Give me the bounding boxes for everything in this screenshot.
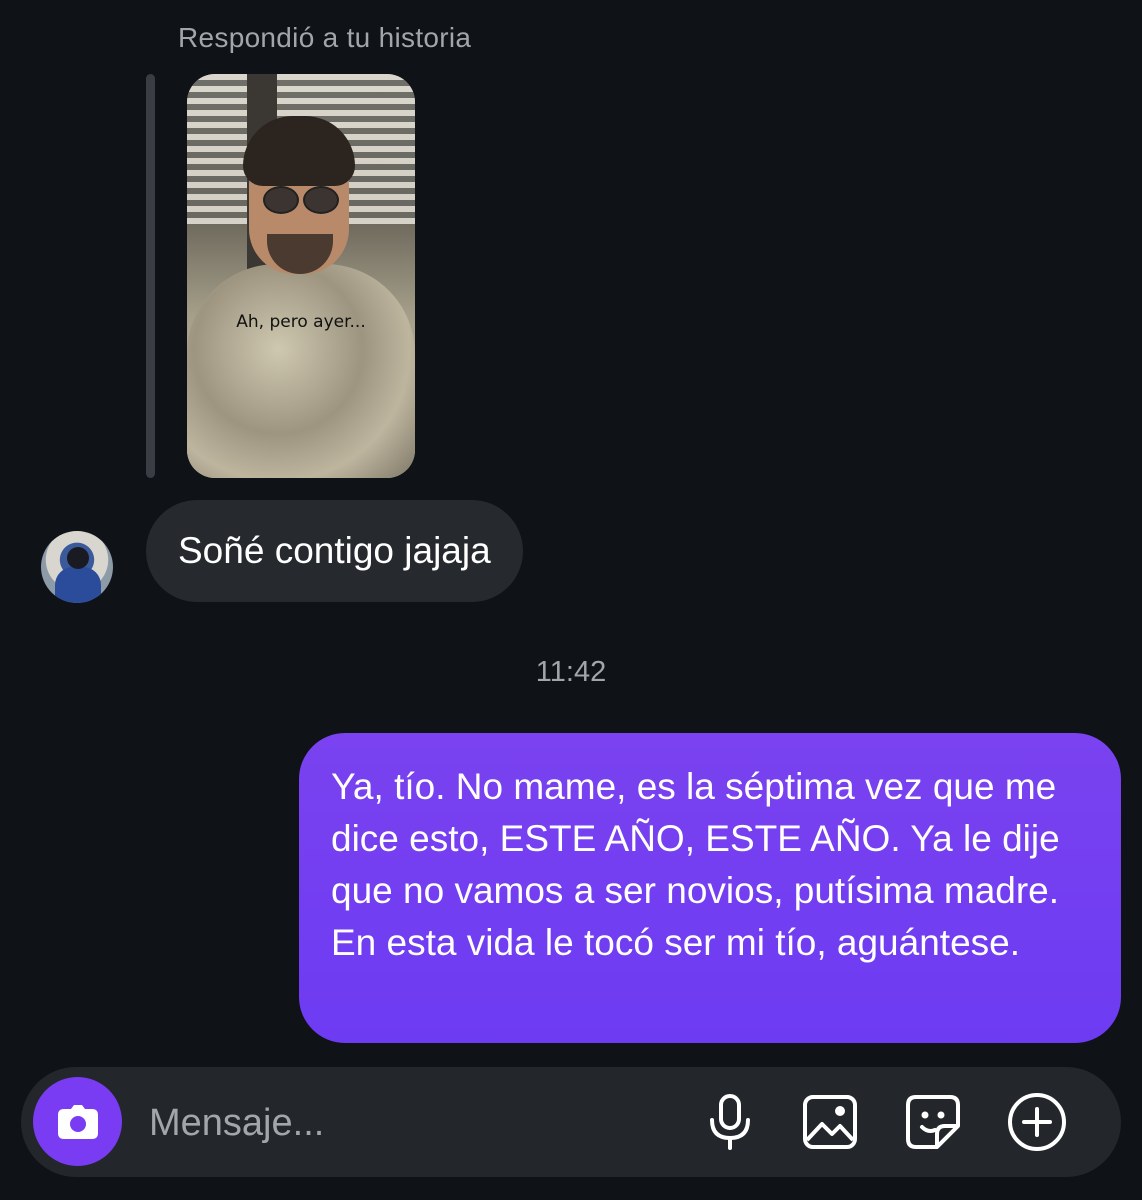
story-thumbnail[interactable]: Ah, pero ayer... <box>187 74 415 478</box>
quote-bar <box>146 74 155 478</box>
message-input[interactable] <box>147 1095 671 1151</box>
sticker-icon <box>906 1095 960 1149</box>
gallery-icon <box>803 1095 857 1149</box>
incoming-message-text: Soñé contigo jajaja <box>178 530 491 571</box>
more-options-button[interactable] <box>1006 1091 1068 1153</box>
message-composer <box>21 1067 1121 1177</box>
sticker-button[interactable] <box>902 1091 964 1153</box>
sender-avatar[interactable] <box>41 531 113 603</box>
message-timestamp: 11:42 <box>535 656 607 688</box>
story-person-shirt <box>187 264 415 478</box>
outgoing-message-bubble[interactable]: Ya, tío. No mame, es la séptima vez que … <box>299 733 1121 1043</box>
plus-icon <box>1008 1093 1066 1151</box>
camera-icon <box>57 1104 98 1139</box>
microphone-icon <box>710 1094 750 1150</box>
story-reply-label: Respondió a tu historia <box>178 22 472 53</box>
story-person-sunglasses <box>263 186 339 214</box>
camera-button[interactable] <box>33 1077 122 1166</box>
incoming-message-bubble[interactable]: Soñé contigo jajaja <box>146 500 523 602</box>
microphone-button[interactable] <box>699 1091 761 1153</box>
story-caption: Ah, pero ayer... <box>236 312 366 332</box>
gallery-button[interactable] <box>799 1091 861 1153</box>
outgoing-message-text: Ya, tío. No mame, es la séptima vez que … <box>331 766 1060 963</box>
